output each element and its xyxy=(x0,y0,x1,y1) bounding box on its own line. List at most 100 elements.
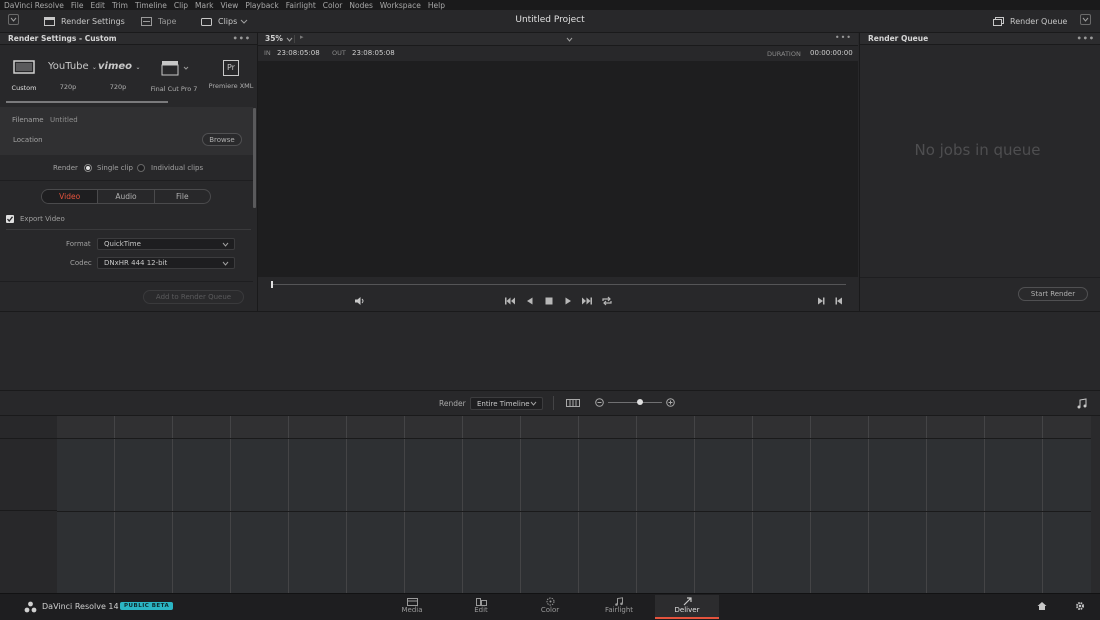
menu-nodes[interactable]: Nodes xyxy=(349,1,372,10)
viewer-panel: 35% ▸ ••• IN 23:08:05:08 OUT 23:08:05:08… xyxy=(258,33,858,311)
vimeo-logo: vimeo ⌄ xyxy=(98,61,141,72)
audio-volume-icon[interactable] xyxy=(354,296,366,306)
tab-video[interactable]: Video xyxy=(42,190,98,203)
render-queue-header: Render Queue ••• xyxy=(860,33,1100,45)
page-tab-deliver[interactable]: Deliver xyxy=(655,595,719,619)
playhead[interactable] xyxy=(271,281,273,288)
chevron-down-icon[interactable] xyxy=(286,37,293,42)
menu-color[interactable]: Color xyxy=(323,1,343,10)
more-options-icon[interactable]: ••• xyxy=(1077,34,1095,43)
timeline-view-icon[interactable] xyxy=(566,399,580,407)
play-reverse-icon[interactable] xyxy=(525,296,535,306)
menu-workspace[interactable]: Workspace xyxy=(380,1,421,10)
davinci-logo-icon xyxy=(24,601,37,613)
menu-mark[interactable]: Mark xyxy=(195,1,214,10)
music-note-icon[interactable] xyxy=(1077,398,1087,409)
page-tab-color[interactable]: Color xyxy=(518,595,582,619)
viewer-header: 35% ▸ ••• xyxy=(258,33,858,46)
single-clip-radio[interactable] xyxy=(84,164,92,172)
menu-clip[interactable]: Clip xyxy=(174,1,188,10)
page-tab-fairlight[interactable]: Fairlight xyxy=(587,595,651,619)
add-to-render-queue-button[interactable]: Add to Render Queue xyxy=(143,290,244,304)
panel-scrollbar[interactable] xyxy=(253,108,256,208)
chevron-down-icon xyxy=(222,242,229,247)
zoom-slider-track[interactable] xyxy=(608,402,662,403)
page-tab-media[interactable]: Media xyxy=(380,595,444,619)
fairlight-icon xyxy=(614,597,623,606)
codec-dropdown[interactable]: DNxHR 444 12-bit xyxy=(97,257,235,269)
render-range-dropdown[interactable]: Entire Timeline xyxy=(470,397,543,410)
browse-button[interactable]: Browse xyxy=(202,133,242,146)
menu-fairlight[interactable]: Fairlight xyxy=(286,1,316,10)
individual-clips-label: Individual clips xyxy=(151,164,204,172)
divider xyxy=(6,229,251,230)
single-clip-label: Single clip xyxy=(97,164,133,172)
settings-tabs: Video Audio File xyxy=(41,189,211,204)
export-video-checkbox[interactable] xyxy=(6,215,14,223)
home-icon[interactable] xyxy=(1037,601,1047,611)
play-icon[interactable] xyxy=(563,296,573,306)
more-options-icon[interactable]: ••• xyxy=(233,34,251,43)
menu-view[interactable]: View xyxy=(221,1,239,10)
video-track[interactable] xyxy=(57,438,1091,511)
mark-out-icon[interactable] xyxy=(834,296,844,306)
filename-field[interactable]: Untitled xyxy=(50,116,78,124)
preset-label: Premiere XML xyxy=(208,82,254,90)
zoom-level[interactable]: 35% xyxy=(265,34,283,43)
stop-icon[interactable] xyxy=(544,296,554,306)
filename-label: Filename xyxy=(12,116,44,124)
gear-icon[interactable] xyxy=(1075,601,1085,611)
preset-vimeo[interactable]: vimeo ⌄ 720p xyxy=(98,61,141,91)
preset-youtube[interactable]: YouTube ⌄ 720p xyxy=(48,61,97,91)
format-dropdown[interactable]: QuickTime xyxy=(97,238,235,250)
menu-help[interactable]: Help xyxy=(428,1,445,10)
more-options-icon[interactable]: ••• xyxy=(835,33,852,42)
timeline-ruler[interactable] xyxy=(57,416,1091,438)
export-video-label: Export Video xyxy=(20,215,65,223)
scrubber-track[interactable] xyxy=(271,284,846,285)
start-render-button[interactable]: Start Render xyxy=(1018,287,1088,301)
divider xyxy=(0,180,253,181)
skip-to-end-icon[interactable] xyxy=(581,296,593,306)
out-timecode: 23:08:05:08 xyxy=(352,49,395,57)
video-preview[interactable] xyxy=(258,61,858,277)
render-settings-header: Render Settings - Custom ••• xyxy=(0,33,257,45)
format-value: QuickTime xyxy=(104,240,141,248)
menu-playback[interactable]: Playback xyxy=(245,1,278,10)
tab-audio[interactable]: Audio xyxy=(97,190,153,203)
presets-scrollbar[interactable] xyxy=(6,101,168,103)
preset-custom[interactable]: Custom xyxy=(6,60,42,92)
mark-in-icon[interactable] xyxy=(816,296,826,306)
edit-icon xyxy=(475,598,487,606)
timeline xyxy=(0,415,1100,595)
preset-premiere-xml[interactable]: Pr Premiere XML xyxy=(208,60,254,90)
viewer-options-icon[interactable]: ▸ xyxy=(300,33,304,41)
tab-file[interactable]: File xyxy=(153,190,210,203)
premiere-icon: Pr xyxy=(223,60,239,76)
menu-edit[interactable]: Edit xyxy=(90,1,105,10)
menu-file[interactable]: File xyxy=(71,1,84,10)
chevron-down-icon[interactable] xyxy=(566,37,573,42)
skip-to-start-icon[interactable] xyxy=(504,296,516,306)
render-settings-panel: Render Settings - Custom ••• Custom YouT… xyxy=(0,33,258,312)
track-headers xyxy=(0,416,58,594)
preset-final-cut-pro-7[interactable]: Final Cut Pro 7 xyxy=(148,59,200,93)
menu-davinci-resolve[interactable]: DaVinci Resolve xyxy=(4,1,64,10)
beta-badge: PUBLIC BETA xyxy=(120,602,174,610)
individual-clips-radio[interactable] xyxy=(137,164,145,172)
zoom-in-icon[interactable] xyxy=(666,398,675,407)
media-icon xyxy=(406,598,418,606)
timeline-render-label: Render xyxy=(439,399,466,408)
zoom-out-icon[interactable] xyxy=(595,398,604,407)
render-mode-label: Render xyxy=(53,164,78,172)
zoom-slider-handle[interactable] xyxy=(637,399,643,405)
menu-timeline[interactable]: Timeline xyxy=(135,1,167,10)
render-queue-panel: Render Queue ••• No jobs in queue Start … xyxy=(859,33,1100,311)
file-settings-section xyxy=(0,107,253,155)
page-tab-edit[interactable]: Edit xyxy=(449,595,513,619)
menu-trim[interactable]: Trim xyxy=(112,1,128,10)
loop-icon[interactable] xyxy=(601,296,613,306)
in-label: IN xyxy=(264,49,271,57)
timeline-scrollbar[interactable] xyxy=(1091,416,1100,594)
audio-track[interactable] xyxy=(57,511,1091,595)
